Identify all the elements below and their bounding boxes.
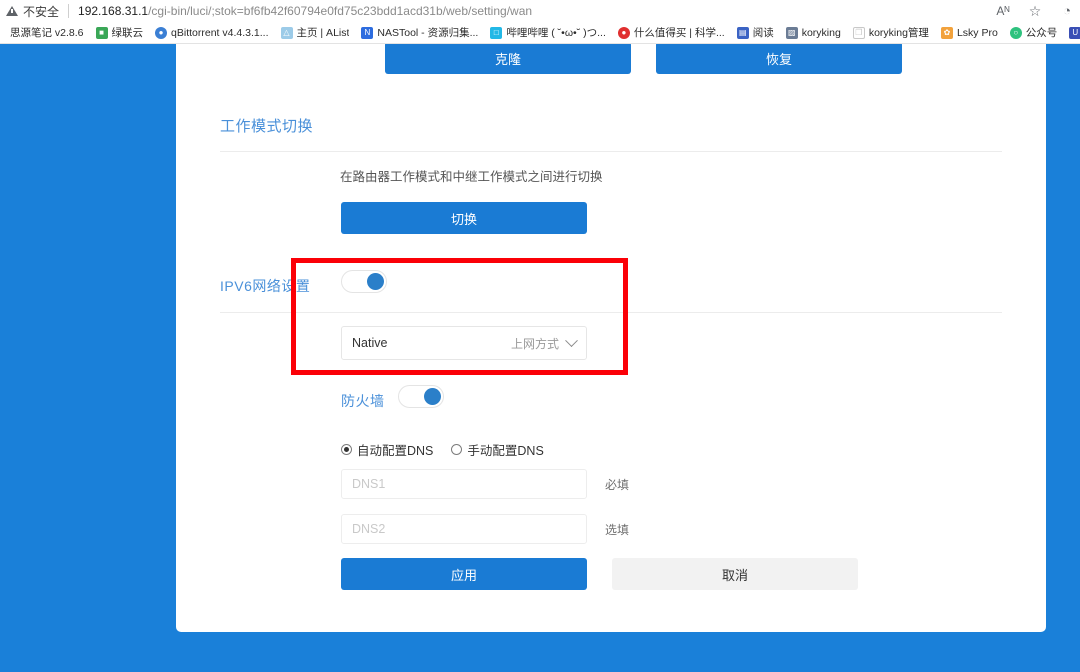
favorite-star-icon[interactable]: ☆ [1026, 0, 1044, 22]
dns-auto-radio-item[interactable]: 自动配置DNS [341, 440, 433, 459]
bookmark-item[interactable]: ■ 绿联云 [90, 23, 150, 42]
work-mode-section-title: 工作模式切换 [220, 118, 314, 135]
address-separator [68, 4, 70, 18]
bookmark-favicon-icon: ▤ [736, 26, 749, 39]
bookmark-label: koryking管理 [868, 27, 929, 39]
firewall-toggle-knob [424, 388, 441, 405]
dns1-input[interactable] [341, 469, 587, 499]
warning-triangle-icon [6, 6, 18, 16]
dns1-note: 必填 [605, 477, 630, 492]
firewall-label: 防火墙 [341, 393, 385, 409]
ipv6-enable-toggle[interactable] [341, 270, 387, 293]
restore-button[interactable]: 恢复 [656, 44, 902, 74]
bookmark-favicon-icon: ✿ [940, 26, 953, 39]
bookmark-item[interactable]: ▨ koryking [780, 23, 847, 42]
bookmark-item[interactable]: ● 什么值得买 | 科学... [612, 23, 731, 42]
dns-manual-radio-item[interactable]: 手动配置DNS [451, 440, 544, 459]
ipv6-section-title: IPV6网络设置 [220, 278, 311, 294]
clone-button[interactable]: 克隆 [385, 44, 631, 74]
dns1-row: 必填 [341, 469, 629, 499]
work-mode-description: 在路由器工作模式和中继工作模式之间进行切换 [340, 170, 603, 184]
address-bar[interactable]: 不安全 192.168.31.1/cgi-bin/luci/;stok=bf6f… [0, 0, 1080, 22]
bookmark-favicon-icon: ❐ [852, 26, 865, 39]
bookmark-label: 什么值得买 | 科学... [633, 27, 725, 39]
bookmark-label: qBittorrent v4.4.3.1... [171, 26, 269, 39]
bookmark-favicon-icon: ● [617, 26, 630, 39]
bookmark-item[interactable]: ● qBittorrent v4.4.3.1... [149, 23, 274, 42]
dns2-row: 选填 [341, 514, 629, 544]
bookmark-item[interactable]: ▤ 阅读 [731, 23, 780, 42]
bookmark-label: 思源笔记 v2.8.6 [10, 27, 84, 39]
bookmark-item[interactable]: 思源笔记 v2.8.6 [4, 23, 90, 42]
browser-toolbar-icons: Aᴺ ☆ ◔ [994, 0, 1076, 22]
dns-mode-radio-group: 自动配置DNS 手动配置DNS [341, 440, 544, 459]
bookmark-label: 阅读 [752, 27, 774, 39]
dns-manual-label: 手动配置DNS [467, 444, 544, 458]
ipv6-divider [220, 312, 1002, 313]
bookmark-item[interactable]: △ 主页 | AList [275, 23, 356, 42]
bookmark-item[interactable]: U【在线PS软件】在... [1063, 23, 1080, 42]
security-status-label: 不安全 [23, 4, 60, 19]
bookmark-label: koryking [801, 26, 841, 39]
dns-auto-label: 自动配置DNS [357, 444, 434, 458]
backup-actions-row: 克隆 恢复 [220, 44, 1002, 74]
browser-chrome: 不安全 192.168.31.1/cgi-bin/luci/;stok=bf6f… [0, 0, 1080, 44]
read-aloud-icon[interactable]: Aᴺ [994, 0, 1012, 22]
ipv6-connection-type-value: Native [352, 336, 388, 350]
bookmark-favicon-icon: ○ [1009, 26, 1022, 39]
ipv6-action-row: 应用 取消 [341, 558, 858, 590]
firewall-toggle[interactable] [398, 385, 444, 408]
bookmark-label: 哔哩哔哩 ( ˘•ω•˘ )つ... [506, 27, 606, 39]
settings-card: 克隆 恢复 工作模式切换 在路由器工作模式和中继工作模式之间进行切换 切换 IP… [176, 44, 1046, 632]
bookmarks-bar: 思源笔记 v2.8.6 ■ 绿联云 ● qBittorrent v4.4.3.1... △… [0, 22, 1080, 43]
profile-icon[interactable]: ◔ [1058, 0, 1076, 22]
bookmark-favicon-icon: ▨ [785, 26, 798, 39]
chevron-down-icon [565, 333, 578, 347]
dns-manual-radio[interactable] [451, 444, 463, 455]
bookmark-label: Lsky Pro [956, 26, 998, 39]
bookmark-item[interactable]: N NASTool - 资源归集... [355, 23, 484, 42]
bookmark-item[interactable]: ○ 公众号 [1004, 23, 1064, 42]
url-text[interactable]: 192.168.31.1/cgi-bin/luci/;stok=bf6fb42f… [78, 4, 1074, 18]
page-viewport: 克隆 恢复 工作模式切换 在路由器工作模式和中继工作模式之间进行切换 切换 IP… [0, 44, 1080, 672]
bookmark-label: NASTool - 资源归集... [377, 27, 479, 39]
dns2-input[interactable] [341, 514, 587, 544]
cancel-button[interactable]: 取消 [612, 558, 858, 590]
apply-button[interactable]: 应用 [341, 558, 587, 590]
url-host: 192.168.31.1 [78, 4, 149, 18]
url-path: /cgi-bin/luci/;stok=bf6fb42f60794e0fd75c… [148, 4, 533, 18]
bookmark-label: 公众号 [1025, 27, 1058, 39]
bookmark-favicon-icon: ■ [95, 26, 108, 39]
bookmark-favicon-icon: U [1069, 26, 1080, 39]
bookmark-favicon-icon: N [361, 26, 374, 39]
bookmark-favicon-icon: △ [280, 26, 293, 39]
ipv6-connection-type-hint: 上网方式 [510, 336, 559, 351]
bookmark-favicon-icon: □ [490, 26, 503, 39]
bookmark-label: 主页 | AList [296, 27, 350, 39]
dns2-note: 选填 [605, 522, 630, 537]
work-mode-switch-button[interactable]: 切换 [341, 202, 587, 234]
work-mode-switch-wrap: 切换 [341, 202, 587, 234]
work-mode-divider [220, 151, 1002, 152]
bookmark-item[interactable]: ❐ koryking管理 [847, 23, 935, 42]
bookmark-favicon-icon: ● [155, 26, 168, 39]
ipv6-toggle-knob [367, 273, 384, 290]
bookmark-item[interactable]: □ 哔哩哔哩 ( ˘•ω•˘ )つ... [484, 23, 612, 42]
ipv6-connection-type-select[interactable]: Native 上网方式 [341, 326, 587, 360]
bookmark-label: 绿联云 [111, 27, 144, 39]
dns-auto-radio[interactable] [341, 444, 352, 455]
bookmark-item[interactable]: ✿ Lsky Pro [935, 23, 1004, 42]
